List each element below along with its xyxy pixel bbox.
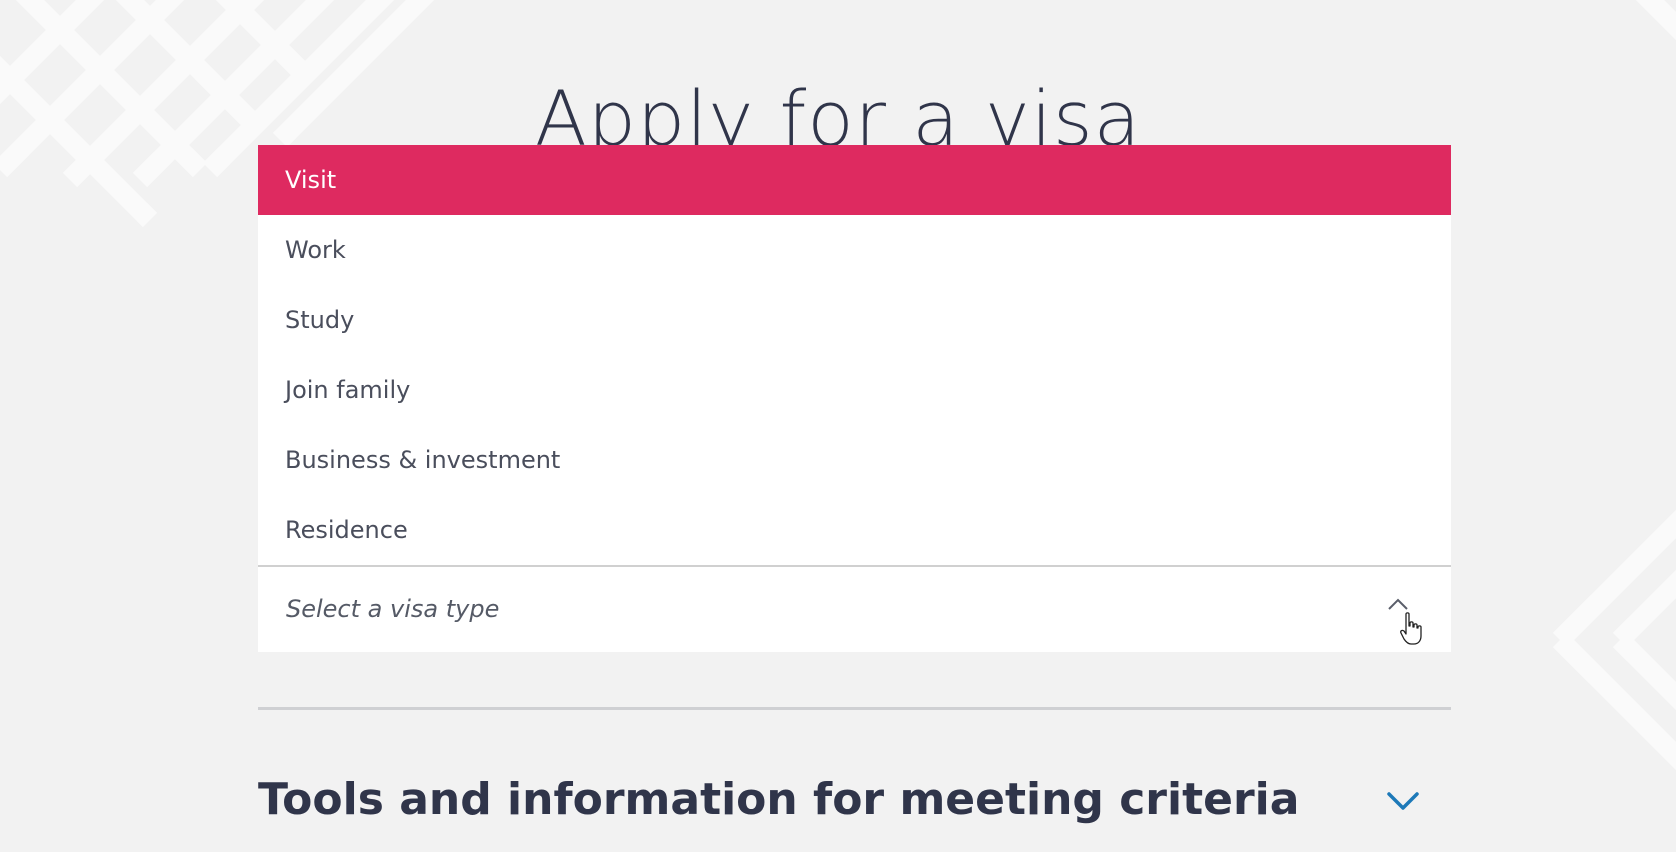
section-divider [258, 707, 1451, 710]
option-join-family[interactable]: Join family [258, 355, 1451, 425]
option-work[interactable]: Work [258, 215, 1451, 285]
select-placeholder: Select a visa type [286, 595, 500, 623]
hand-pointer-cursor-icon [1400, 612, 1422, 645]
visa-type-select[interactable]: Select a visa type [258, 567, 1451, 652]
option-visit[interactable]: Visit [258, 145, 1451, 215]
option-residence[interactable]: Residence [258, 495, 1451, 565]
option-business-investment[interactable]: Business & investment [258, 425, 1451, 495]
accordion-heading[interactable]: Tools and information for meeting criter… [258, 772, 1299, 828]
visa-type-option-list: Visit Work Study Join family Business & … [258, 145, 1451, 567]
chevron-down-icon[interactable] [1386, 790, 1420, 812]
option-study[interactable]: Study [258, 285, 1451, 355]
page-title: Apply for a visa [534, 74, 1142, 146]
chevron-up-icon[interactable] [1387, 597, 1409, 611]
visa-type-dropdown[interactable]: Visit Work Study Join family Business & … [258, 145, 1451, 652]
